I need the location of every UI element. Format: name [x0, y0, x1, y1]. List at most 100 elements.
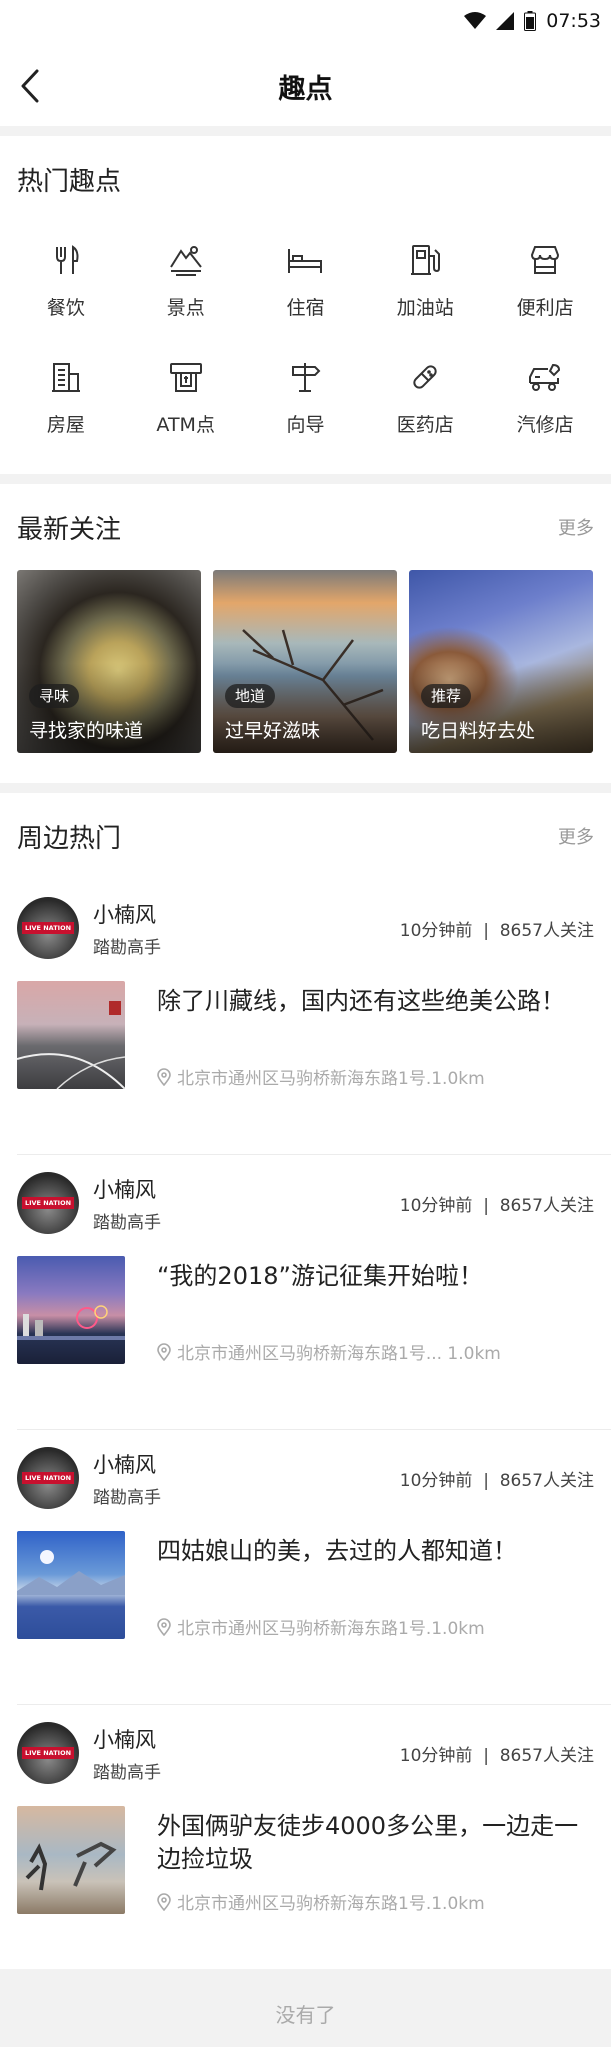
- location-pin-icon: [157, 1067, 171, 1086]
- avatar[interactable]: LIVE NATION: [17, 1447, 79, 1509]
- post-meta: 10分钟前 | 8657人关注: [399, 1745, 594, 1766]
- latest-follow-section: 最新关注 更多 寻味 寻找家的味道 地道 过早好滋味 推荐 吃日料好去处: [0, 484, 611, 783]
- page-title: 趣点: [278, 73, 333, 105]
- category-label: 便利店: [516, 297, 574, 319]
- avatar[interactable]: LIVE NATION: [17, 897, 79, 959]
- user-name[interactable]: 小楠风: [93, 899, 400, 929]
- user-level: 踏勘高手: [93, 1487, 161, 1508]
- post-followers: 8657人关注: [499, 1745, 594, 1766]
- location-pin-icon: [157, 1617, 171, 1636]
- post-body: “我的2018”游记征集开始啦！ 北京市通州区马驹桥新海东路1号... 1.0k…: [17, 1256, 594, 1364]
- post-body: 除了川藏线，国内还有这些绝美公路！ 北京市通州区马驹桥新海东路1号.1.0km: [17, 981, 594, 1089]
- category-dining[interactable]: 餐饮: [6, 222, 126, 339]
- user-info: 小楠风 踏勘高手: [93, 1449, 400, 1508]
- user-info: 小楠风 踏勘高手: [93, 899, 400, 958]
- category-label: 景点: [166, 297, 205, 319]
- user-level: 踏勘高手: [93, 1212, 161, 1233]
- hot-points-section: 热门趣点 餐饮 景点 住宿 加油站 便利店 房屋 ATM点 向导 医药店 汽修店: [0, 136, 611, 474]
- post-header: LIVE NATION 小楠风 踏勘高手 10分钟前 | 8657人关注: [17, 1429, 594, 1513]
- category-label: 医药店: [396, 414, 454, 436]
- user-name[interactable]: 小楠风: [93, 1724, 400, 1754]
- location-text: 北京市通州区马驹桥新海东路1号.1.0km: [177, 1069, 485, 1089]
- section-title: 最新关注: [17, 514, 122, 545]
- chevron-left-icon: [21, 69, 39, 103]
- user-level: 踏勘高手: [93, 937, 161, 958]
- category-label: 汽修店: [516, 414, 574, 436]
- category-guide[interactable]: 向导: [246, 339, 366, 456]
- signpost-icon: [286, 358, 324, 396]
- category-label: 向导: [286, 414, 325, 436]
- category-building[interactable]: 房屋: [6, 339, 126, 456]
- car-repair-icon: [526, 358, 564, 396]
- user-level: 踏勘高手: [93, 1762, 161, 1783]
- scenic-icon: [167, 241, 205, 279]
- category-convenience-store[interactable]: 便利店: [485, 222, 605, 339]
- post-header: LIVE NATION 小楠风 踏勘高手 10分钟前 | 8657人关注: [17, 1704, 594, 1788]
- category-scenic[interactable]: 景点: [126, 222, 246, 339]
- location-pin-icon: [157, 1892, 171, 1911]
- post-meta: 10分钟前 | 8657人关注: [399, 1470, 594, 1491]
- category-pharmacy[interactable]: 医药店: [365, 339, 485, 456]
- card-title: 吃日料好去处: [421, 720, 536, 742]
- category-grid: 餐饮 景点 住宿 加油站 便利店 房屋 ATM点 向导 医药店 汽修店: [0, 222, 611, 474]
- category-label: 加油站: [396, 297, 454, 319]
- post-time: 10分钟前: [399, 1470, 473, 1491]
- post-thumbnail: [17, 1806, 125, 1914]
- category-car-repair[interactable]: 汽修店: [485, 339, 605, 456]
- category-label: 餐饮: [46, 297, 85, 319]
- post-title: 外国俩驴友徒步4000多公里，一边走一边捡垃圾: [157, 1812, 579, 1873]
- avatar-logo-text: LIVE NATION: [22, 1472, 74, 1484]
- category-gas-station[interactable]: 加油站: [365, 222, 485, 339]
- category-hotel[interactable]: 住宿: [246, 222, 366, 339]
- section-title: 热门趣点: [17, 166, 122, 197]
- battery-icon: [524, 11, 537, 31]
- post-header: LIVE NATION 小楠风 踏勘高手 10分钟前 | 8657人关注: [17, 1154, 594, 1238]
- post-item[interactable]: LIVE NATION 小楠风 踏勘高手 10分钟前 | 8657人关注 除了川…: [0, 879, 611, 1154]
- avatar[interactable]: LIVE NATION: [17, 1172, 79, 1234]
- post-location: 北京市通州区马驹桥新海东路1号.1.0km: [157, 1614, 485, 1639]
- post-title: 四姑娘山的美，去过的人都知道！: [157, 1537, 517, 1565]
- user-info: 小楠风 踏勘高手: [93, 1724, 400, 1783]
- more-link[interactable]: 更多: [558, 823, 594, 849]
- avatar[interactable]: LIVE NATION: [17, 1722, 79, 1784]
- post-item[interactable]: LIVE NATION 小楠风 踏勘高手 10分钟前 | 8657人关注 外国俩…: [0, 1704, 611, 1969]
- post-location: 北京市通州区马驹桥新海东路1号.1.0km: [157, 1064, 485, 1089]
- post-thumbnail: [17, 1531, 125, 1639]
- card-title: 过早好滋味: [225, 720, 321, 742]
- building-icon: [47, 358, 85, 396]
- more-link[interactable]: 更多: [558, 514, 594, 540]
- card-title: 寻找家的味道: [29, 720, 144, 742]
- divider: [0, 474, 611, 484]
- post-followers: 8657人关注: [499, 920, 594, 941]
- post-thumbnail: [17, 1256, 125, 1364]
- gas-station-icon: [406, 241, 444, 279]
- post-header: LIVE NATION 小楠风 踏勘高手 10分钟前 | 8657人关注: [17, 879, 594, 963]
- category-label: 房屋: [46, 414, 85, 436]
- hotel-bed-icon: [286, 241, 324, 279]
- divider: [0, 783, 611, 793]
- nearby-hot-header: 周边热门 更多: [0, 793, 611, 879]
- user-name[interactable]: 小楠风: [93, 1449, 400, 1479]
- post-item[interactable]: LIVE NATION 小楠风 踏勘高手 10分钟前 | 8657人关注 “我的…: [0, 1154, 611, 1429]
- post-content: 除了川藏线，国内还有这些绝美公路！ 北京市通州区马驹桥新海东路1号.1.0km: [157, 981, 594, 1089]
- atm-icon: [167, 358, 205, 396]
- post-item[interactable]: LIVE NATION 小楠风 踏勘高手 10分钟前 | 8657人关注 四姑娘…: [0, 1429, 611, 1704]
- follow-card[interactable]: 地道 过早好滋味: [213, 570, 397, 753]
- location-text: 北京市通州区马驹桥新海东路1号.1.0km: [177, 1619, 485, 1639]
- back-button[interactable]: [10, 64, 50, 108]
- follow-card[interactable]: 寻味 寻找家的味道: [17, 570, 201, 753]
- post-content: 四姑娘山的美，去过的人都知道！ 北京市通州区马驹桥新海东路1号.1.0km: [157, 1531, 594, 1639]
- avatar-logo-text: LIVE NATION: [22, 1197, 74, 1209]
- convenience-store-icon: [526, 241, 564, 279]
- card-tag: 寻味: [29, 684, 80, 708]
- signal-icon: [496, 12, 515, 30]
- user-name[interactable]: 小楠风: [93, 1174, 400, 1204]
- follow-card[interactable]: 推荐 吃日料好去处: [409, 570, 593, 753]
- post-thumbnail: [17, 981, 125, 1089]
- post-title: 除了川藏线，国内还有这些绝美公路！: [157, 987, 565, 1015]
- user-info: 小楠风 踏勘高手: [93, 1174, 400, 1233]
- post-followers: 8657人关注: [499, 1470, 594, 1491]
- category-atm[interactable]: ATM点: [126, 339, 246, 456]
- post-body: 四姑娘山的美，去过的人都知道！ 北京市通州区马驹桥新海东路1号.1.0km: [17, 1531, 594, 1639]
- divider: [0, 126, 611, 136]
